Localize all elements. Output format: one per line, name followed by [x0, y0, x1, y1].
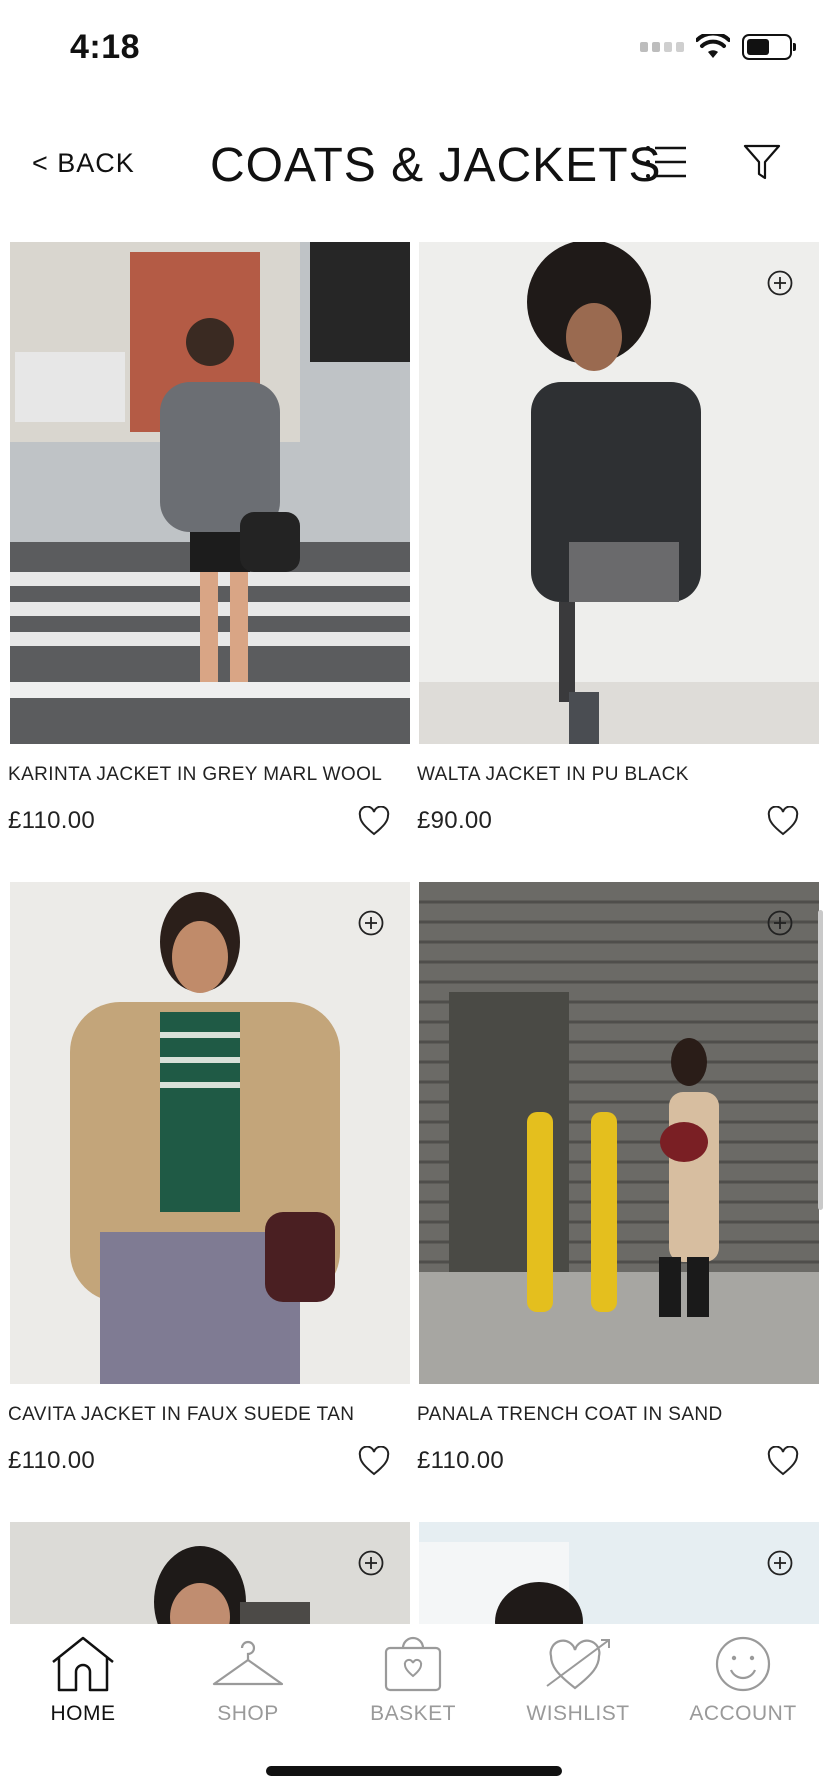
- basket-icon: [384, 1636, 442, 1692]
- home-indicator[interactable]: [266, 1766, 562, 1776]
- back-button[interactable]: < BACK: [32, 148, 135, 179]
- product-image[interactable]: [10, 242, 410, 744]
- sort-list-icon[interactable]: [645, 144, 687, 180]
- battery-icon: [742, 34, 796, 60]
- wishlist-heart-icon[interactable]: [358, 1446, 390, 1476]
- page-title: COATS & JACKETS: [210, 139, 662, 192]
- nav-basket[interactable]: BASKET: [333, 1634, 493, 1726]
- header: < BACK COATS & JACKETS: [0, 120, 828, 210]
- product-price: £110.00: [8, 807, 96, 834]
- nav-wishlist[interactable]: WISHLIST: [498, 1634, 658, 1726]
- product-image[interactable]: [419, 242, 819, 744]
- home-icon: [52, 1636, 114, 1692]
- product-image[interactable]: [10, 882, 410, 1384]
- product-name[interactable]: PANALA TRENCH COAT IN SAND: [417, 1404, 723, 1426]
- heart-arrow-icon: [546, 1639, 610, 1690]
- smiley-icon: [715, 1636, 771, 1692]
- add-to-basket-icon[interactable]: [767, 1550, 793, 1576]
- wishlist-heart-icon[interactable]: [767, 806, 799, 836]
- nav-account[interactable]: ACCOUNT: [663, 1634, 823, 1726]
- product-image[interactable]: [10, 1522, 410, 1632]
- wishlist-heart-icon[interactable]: [358, 806, 390, 836]
- nav-shop-label: SHOP: [217, 1702, 279, 1725]
- wishlist-heart-icon[interactable]: [767, 1446, 799, 1476]
- add-to-basket-icon[interactable]: [767, 910, 793, 936]
- product-price: £110.00: [8, 1447, 96, 1474]
- filter-icon[interactable]: [742, 142, 782, 182]
- scrollbar[interactable]: [818, 910, 823, 1210]
- product-name[interactable]: CAVITA JACKET IN FAUX SUEDE TAN: [8, 1404, 354, 1426]
- wifi-icon: [696, 34, 730, 58]
- nav-home[interactable]: HOME: [3, 1634, 163, 1726]
- cellular-signal-icon: [640, 42, 684, 52]
- product-image[interactable]: [419, 882, 819, 1384]
- nav-account-label: ACCOUNT: [689, 1702, 797, 1725]
- add-to-basket-icon[interactable]: [358, 1550, 384, 1576]
- nav-wishlist-label: WISHLIST: [526, 1702, 630, 1725]
- status-icons: [640, 34, 796, 60]
- nav-basket-label: BASKET: [370, 1702, 456, 1725]
- status-bar: 4:18: [0, 0, 828, 100]
- nav-shop[interactable]: SHOP: [168, 1634, 328, 1726]
- nav-home-label: HOME: [50, 1702, 116, 1725]
- hanger-icon: [212, 1640, 284, 1686]
- product-price: £90.00: [417, 807, 493, 834]
- add-to-basket-icon[interactable]: [358, 910, 384, 936]
- product-price: £110.00: [417, 1447, 505, 1474]
- status-time: 4:18: [70, 28, 141, 66]
- product-image[interactable]: [419, 1522, 819, 1632]
- add-to-basket-icon[interactable]: [767, 270, 793, 296]
- product-name[interactable]: KARINTA JACKET IN GREY MARL WOOL: [8, 764, 382, 786]
- product-name[interactable]: WALTA JACKET IN PU BLACK: [417, 764, 689, 786]
